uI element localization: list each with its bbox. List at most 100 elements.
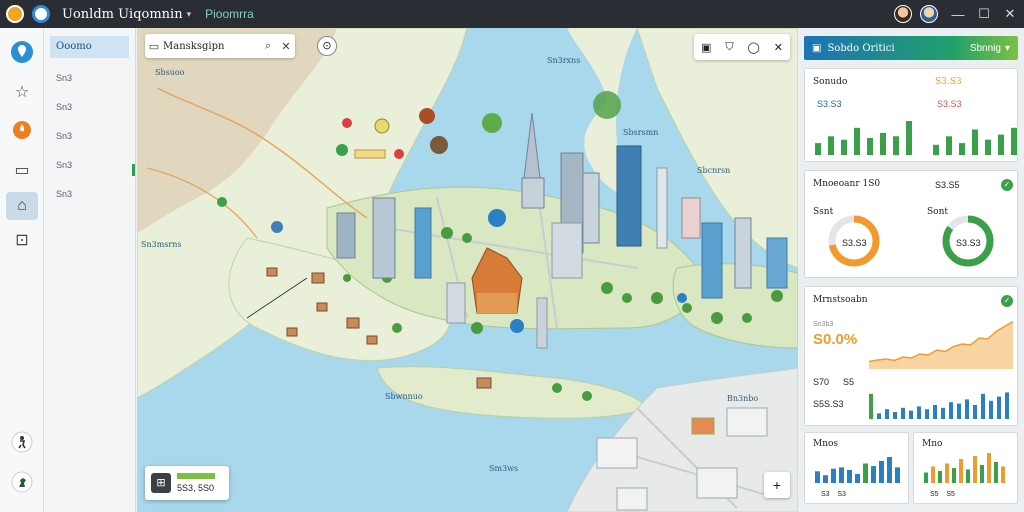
chart-bar [938, 471, 942, 483]
chart-bar [901, 407, 905, 419]
minimize-button[interactable]: — [946, 7, 970, 22]
circle-icon[interactable]: ◯ [748, 41, 760, 54]
chart-bar [1011, 127, 1017, 155]
chart-bar [994, 462, 998, 483]
search-icon[interactable]: ⌕ [259, 40, 277, 53]
donut-charts [828, 215, 994, 267]
chart-bar [887, 457, 892, 483]
panel-icon: ▣ [812, 42, 822, 54]
search-input[interactable]: Mansksgipn [163, 41, 259, 52]
chart-bar [973, 405, 977, 419]
layer-list-header[interactable]: Ooomo [50, 36, 129, 58]
browser-icon[interactable] [32, 5, 50, 23]
close-icon[interactable]: ✕ [774, 41, 783, 54]
list-item[interactable]: Sn3 [44, 151, 135, 180]
location-info-card[interactable]: ⊞ 5S3, 5S0 [145, 466, 229, 500]
chart-bar [980, 465, 984, 483]
avatar[interactable] [894, 5, 912, 23]
chart-bar [965, 399, 969, 419]
chart-bar [959, 143, 965, 155]
chart-bar [877, 413, 881, 419]
chart-bar [981, 393, 985, 419]
shield-icon[interactable]: ⛉ [725, 41, 733, 54]
maximize-button[interactable]: ☐ [972, 6, 996, 22]
donut-value: S3.S3 [842, 238, 867, 248]
close-icon[interactable]: ✕ [277, 40, 295, 53]
layers-icon[interactable]: ▭ [145, 40, 163, 53]
trend-chart [868, 320, 1014, 419]
info-card-label-bar [177, 473, 215, 479]
layer-list-panel: Ooomo Sn3 Sn3 Sn3 Sn3 Sn3 [44, 28, 136, 512]
stats-card-2: Mnoeoanr 1S0 S3.S5 ✓ Ssnt Sont S3.S3 S3.… [804, 170, 1018, 278]
star-icon[interactable]: ☆ [6, 78, 38, 106]
chart-bar [906, 121, 912, 155]
chart-bar [863, 463, 868, 483]
chart-bar [946, 136, 952, 155]
map-label: Sm3ws [489, 464, 519, 473]
list-item[interactable]: Sn3 [44, 122, 135, 151]
list-item[interactable]: Sn3 [44, 180, 135, 209]
trend-card: Mrnstsoabn ✓ Sn3b3 S0.0% S70 S5 S5S.S3 [804, 286, 1018, 426]
mini-bar-chart [815, 457, 900, 483]
chart-bar [1001, 466, 1005, 483]
list-item[interactable]: Sn3 [44, 93, 135, 122]
chart-bar [879, 460, 884, 483]
map-label: Sbwnnuo [385, 392, 423, 401]
chart-bar [815, 471, 820, 483]
chart-bar [989, 400, 993, 419]
map-search-bar[interactable]: ▭ Mansksgipn ⌕ ✕ [145, 34, 295, 58]
chart-bar [945, 463, 949, 483]
person-icon[interactable] [6, 428, 38, 456]
chart-bar [933, 405, 937, 419]
chart-bar [931, 466, 935, 483]
bar-chart-card1 [815, 121, 1017, 155]
mini-chart-card-1: Mnos S3 S3 [804, 432, 909, 504]
chart-bar [972, 129, 978, 155]
panel-title: Sobdo Oritici [827, 42, 895, 54]
chart-bar [924, 472, 928, 483]
chart-bar [1005, 392, 1009, 419]
chart-bar [869, 393, 873, 419]
trend-area [869, 321, 1013, 369]
chevron-down-icon[interactable]: ▾ [1005, 43, 1010, 54]
chess-icon[interactable] [6, 468, 38, 496]
zoom-button[interactable]: + [764, 472, 790, 498]
info-card-value: 5S3, 5S0 [177, 483, 215, 493]
map-label: Sbsrsmn [623, 128, 659, 137]
map-label: Bn3nbo [727, 394, 759, 403]
map-pin-icon[interactable] [6, 38, 38, 66]
app-logo-icon[interactable] [6, 5, 24, 23]
compass-icon[interactable]: ⊙ [317, 36, 337, 56]
map-label: Sn3rxns [547, 56, 581, 65]
chart-bar [855, 473, 860, 483]
chevron-down-icon[interactable]: ▾ [187, 9, 192, 20]
frame-icon[interactable]: ▣ [701, 41, 711, 54]
chart-bar [933, 144, 939, 155]
app-subtitle[interactable]: Pioomrra [205, 7, 254, 21]
chart-bar [854, 127, 860, 155]
chart-bar [839, 467, 844, 483]
list-item[interactable]: Sn3 [44, 64, 135, 93]
chart-bar [959, 459, 963, 483]
chart-bar [973, 456, 977, 483]
chart-icon[interactable]: ⊡ [6, 226, 38, 254]
panel-dropdown[interactable]: Sbnnig [970, 43, 1001, 54]
home-icon[interactable]: ⌂ [6, 192, 38, 220]
chart-bar [957, 403, 961, 419]
chart-bar [867, 138, 873, 155]
title-bar: Uonldm Uiqomnin ▾ Pioomrra — ☐ ✕ [0, 0, 1024, 28]
chart-bar [895, 467, 900, 483]
chart-bar [909, 410, 913, 419]
chart-bar [828, 136, 834, 155]
chart-bar [966, 469, 970, 483]
user-avatar[interactable] [920, 5, 938, 23]
map-toolbar: ▣ ⛉ ◯ ✕ [694, 34, 790, 60]
flame-icon[interactable] [6, 116, 38, 144]
map-label: Sbsuoo [155, 68, 185, 77]
app-title: Uonldm Uiqomnin [62, 6, 183, 22]
chart-bar [871, 466, 876, 483]
map-view[interactable]: Sbsuoo Sn3rxns Sbsrsmn Sbcnrsn Sn3msrns … [137, 28, 798, 512]
message-icon[interactable]: ▭ [6, 156, 38, 184]
close-button[interactable]: ✕ [998, 6, 1022, 22]
chart-bar [815, 143, 821, 155]
